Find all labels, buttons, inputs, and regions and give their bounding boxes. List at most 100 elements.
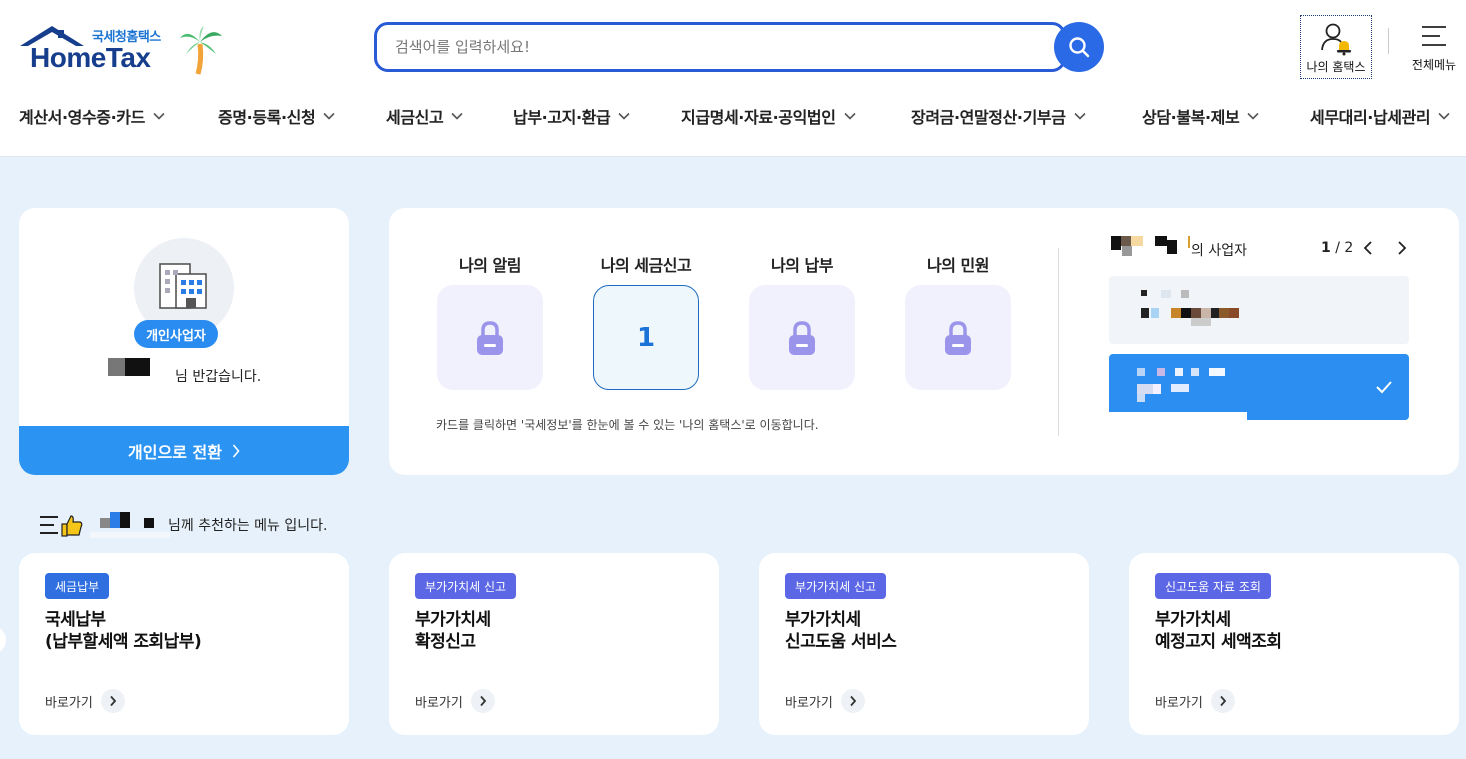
redacted-block <box>1211 308 1219 318</box>
chevron-left-icon[interactable] <box>1361 240 1377 256</box>
nav-label: 지급명세·자료·공익법인 <box>681 108 836 127</box>
chevron-down-icon <box>451 112 463 120</box>
page-current: 1 <box>1321 240 1331 256</box>
switch-label: 개인으로 전환 <box>128 442 222 462</box>
chevron-right-icon <box>480 695 487 707</box>
redacted-block <box>1209 368 1225 376</box>
nav-tax-filing[interactable]: 세금신고 <box>386 104 463 128</box>
nav-label: 장려금·연말정산·기부금 <box>911 108 1066 127</box>
redacted-block <box>1137 384 1153 394</box>
lock-icon <box>477 320 503 355</box>
chevron-down-icon <box>1073 112 1086 120</box>
recommend-card[interactable]: 부가가치세 신고 부가가치세 확정신고 바로가기 <box>389 553 719 735</box>
go-link[interactable]: 바로가기 <box>415 689 495 713</box>
nav-tax-agent[interactable]: 세무대리·납세관리 <box>1310 104 1450 128</box>
nav-label: 세금신고 <box>386 108 444 127</box>
redacted-block <box>1141 290 1147 296</box>
go-label: 바로가기 <box>1155 695 1203 711</box>
recommend-name-line2: 확정신고 <box>415 632 476 652</box>
recommend-card[interactable]: 신고도움 자료 조회 부가가치세 예정고지 세액조회 바로가기 <box>1129 553 1459 735</box>
go-arrow <box>840 689 865 713</box>
switch-to-personal-button[interactable]: 개인으로 전환 <box>19 426 349 475</box>
business-item[interactable] <box>1109 276 1409 344</box>
lock-icon <box>945 320 971 355</box>
redacted-block <box>1171 308 1181 318</box>
global-nav: 계산서·영수증·카드 증명·등록·신청 세금신고 납부·고지·환급 지급명세·자… <box>0 104 1466 130</box>
chevron-down-icon <box>1247 112 1259 120</box>
my-hometax-summary: 나의 알림 나의 세금신고 1 나의 납부 나의 민원 카드를 클릭하면 '국세… <box>389 208 1459 475</box>
nav-incentive-settlement[interactable]: 장려금·연말정산·기부금 <box>911 104 1086 128</box>
nav-label: 상담·불복·제보 <box>1142 108 1240 127</box>
nav-certificate-registration[interactable]: 증명·등록·신청 <box>218 104 335 128</box>
redacted-block <box>1219 308 1229 318</box>
redacted-block <box>1153 384 1161 394</box>
redacted-block <box>1111 236 1121 250</box>
business-pager: 1 / 2 <box>1321 240 1409 256</box>
logo-english-text: HomeTax <box>30 42 151 73</box>
redacted-block <box>1155 236 1167 246</box>
nav-invoice-receipt-card[interactable]: 계산서·영수증·카드 <box>19 104 165 128</box>
redacted-block <box>1137 368 1145 376</box>
header-divider <box>1388 28 1389 54</box>
user-bell-icon <box>1321 23 1351 56</box>
redacted-name-block <box>108 358 125 376</box>
search-button[interactable] <box>1054 22 1104 72</box>
recommend-card[interactable]: 부가가치세 신고 부가가치세 신고도움 서비스 바로가기 <box>759 553 1089 735</box>
go-link[interactable]: 바로가기 <box>785 689 865 713</box>
redacted-block <box>100 518 110 528</box>
chevron-right-icon[interactable] <box>1393 240 1409 256</box>
chevron-right-icon <box>110 695 117 707</box>
all-menu-label: 전체메뉴 <box>1411 58 1457 72</box>
redacted-name-block <box>125 358 150 376</box>
nav-label: 납부·고지·환급 <box>513 108 611 127</box>
recommend-title-text: 님께 추천하는 메뉴 입니다. <box>168 518 328 534</box>
recommend-category-badge: 부가가치세 신고 <box>415 573 517 599</box>
recommend-menu-name: 국세납부 (납부할세액 조회납부) <box>45 609 202 653</box>
nav-payment-refund[interactable]: 납부·고지·환급 <box>513 104 630 128</box>
recommend-name-line2: 예정고지 세액조회 <box>1155 632 1282 652</box>
my-hometax-button[interactable]: 나의 홈택스 <box>1300 15 1372 79</box>
nav-consultation-appeal[interactable]: 상담·불복·제보 <box>1142 104 1259 128</box>
go-arrow <box>470 689 495 713</box>
tile-label-payment: 나의 납부 <box>771 256 833 275</box>
page-total: / 2 <box>1335 240 1354 256</box>
building-icon <box>159 263 207 309</box>
redacted-block <box>1171 384 1189 392</box>
chevron-right-icon <box>232 443 240 458</box>
search-input[interactable] <box>395 35 995 59</box>
redacted-block <box>1167 240 1177 254</box>
redacted-block <box>1175 368 1183 376</box>
chevron-down-icon <box>843 112 856 120</box>
hometax-logo[interactable]: 국세청홈택스 HomeTax <box>18 24 228 76</box>
summary-divider <box>1058 248 1059 436</box>
recommend-name-line1: 부가가치세 <box>1155 610 1231 630</box>
carousel-side-handle[interactable] <box>0 626 6 654</box>
redacted-block <box>144 518 154 528</box>
site-header: 국세청홈택스 HomeTax 나의 홈택스 <box>0 0 1466 157</box>
tile-label-tax-filing: 나의 세금신고 <box>600 256 692 275</box>
redacted-block <box>1191 368 1199 376</box>
nav-label: 계산서·영수증·카드 <box>19 108 145 127</box>
tile-label-civil: 나의 민원 <box>927 256 989 275</box>
tile-my-alerts[interactable] <box>437 285 543 390</box>
tile-my-tax-filing[interactable]: 1 <box>593 285 699 390</box>
chevron-down-icon <box>323 112 335 120</box>
recommend-name-line1: 부가가치세 <box>415 610 491 630</box>
recommend-card[interactable]: 세금납부 국세납부 (납부할세액 조회납부) 바로가기 <box>19 553 349 735</box>
redacted-block <box>1121 236 1131 246</box>
redacted-block <box>1131 236 1143 246</box>
tile-my-payment[interactable] <box>749 285 855 390</box>
redacted-user-name <box>90 512 170 538</box>
business-item-selected[interactable] <box>1109 354 1409 420</box>
all-menu-button[interactable]: 전체메뉴 <box>1404 20 1464 76</box>
tile-my-civil-petition[interactable] <box>905 285 1011 390</box>
nav-payment-statement[interactable]: 지급명세·자료·공익법인 <box>681 104 856 128</box>
go-link[interactable]: 바로가기 <box>45 689 125 713</box>
go-label: 바로가기 <box>45 695 93 711</box>
redacted-block <box>1161 290 1171 298</box>
greeting-text: 님 반갑습니다. <box>175 369 262 385</box>
go-link[interactable]: 바로가기 <box>1155 689 1235 713</box>
redacted-block <box>1191 308 1201 318</box>
redacted-block <box>1122 246 1132 256</box>
tax-filing-count: 1 <box>636 322 656 353</box>
